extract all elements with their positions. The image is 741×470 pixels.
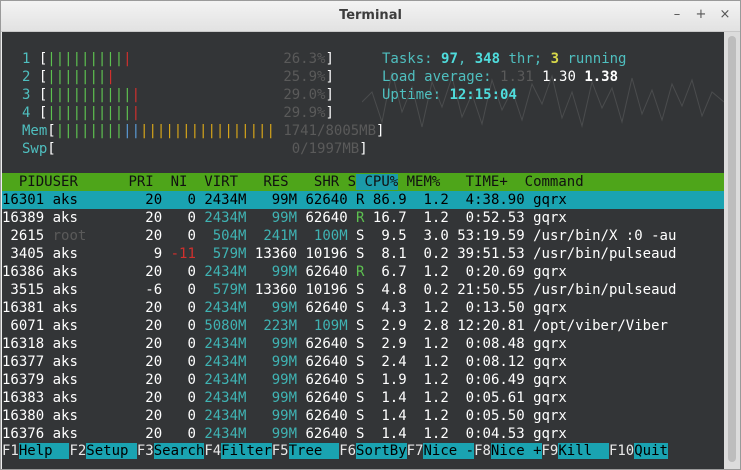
cpu-meter: 3 [||||||||||| 29.0%] [22,87,334,103]
column-header-mem[interactable]: MEM% [398,174,441,190]
function-label: Tree [288,443,340,459]
column-header-s[interactable]: S [339,174,356,190]
column-header-pri[interactable]: PRI [120,174,153,190]
column-header-cpu[interactable]: CPU% [356,174,399,190]
cpu-bar-kernel: | [131,87,141,103]
cpu-percent: 25.9% [283,69,326,85]
table-row[interactable]: 16318 aks 20 0 2434M 99M 62640 S 2.9 1.2… [2,335,724,353]
function-label: Setup [86,443,137,459]
column-header-pid[interactable]: PID [2,174,44,190]
cpu-percent: 29.0% [283,87,326,103]
cpu-percent: 29.9% [283,105,326,121]
column-header-user[interactable]: USER [44,174,120,190]
footer-search-button[interactable]: F3Search [136,443,205,459]
close-icon[interactable]: × [717,7,733,23]
function-key: F8 [474,443,491,459]
function-key: F10 [608,443,635,459]
mem-meter: Mem[|||||||||||||||||||||||||| 1741/8005… [22,123,385,139]
function-key: F6 [339,443,357,459]
function-key: F9 [541,443,559,459]
function-label: SortBy [356,443,407,459]
footer-sortby-button[interactable]: F6SortBy [339,443,407,459]
column-header-shr[interactable]: SHR [289,174,339,190]
cpu-bar-user: |||||||||| [47,87,132,103]
table-row[interactable]: 16379 aks 20 0 2434M 99M 62640 S 1.9 1.2… [2,371,724,389]
table-row[interactable]: 6071 aks 20 0 5080M 223M 109M S 2.9 2.8 … [2,317,724,335]
footer-help-button[interactable]: F1Help [2,443,70,459]
table-row[interactable]: 2615 root 20 0 504M 241M 100M S 9.5 3.0 … [2,227,724,245]
table-row[interactable]: 16381 aks 20 0 2434M 99M 62640 S 4.3 1.2… [2,299,724,317]
process-table-header[interactable]: PIDUSER PRI NI VIRT RES SHR S CPU% MEM% … [2,173,724,191]
column-header-command[interactable]: Command [516,174,584,190]
function-key: F4 [204,443,222,459]
cpu-meter: 1 [|||||||||| 26.3%] [22,51,334,67]
footer-setup-button[interactable]: F2Setup [69,443,137,459]
function-label: Quit [634,443,668,459]
footer-nice-button[interactable]: F7Nice - [406,443,475,459]
cpu-bar-user: ||||||| [47,69,107,85]
table-row[interactable]: 3515 aks -6 0 579M 13360 10196 S 4.8 0.2… [2,281,724,299]
cpu-bar-kernel: | [123,51,132,67]
cpu-bar-kernel: | [106,69,115,85]
tasks-summary: Tasks: 97, 348 thr; 3 running [382,51,627,67]
function-key: F1 [2,443,19,459]
function-label: Kill [558,443,609,459]
function-key-bar[interactable]: F1Help F2Setup F3SearchF4FilterF5Tree F6… [2,442,724,460]
table-row[interactable]: 16301 aks 20 0 2434M 99M 62640 R 86.9 1.… [2,191,724,209]
minimize-icon[interactable]: – [669,7,685,23]
column-header-res[interactable]: RES [238,174,288,190]
uptime: Uptime: 12:15:04 [382,87,517,103]
title-bar[interactable]: Terminal – + × [1,1,740,32]
function-label: Help [18,443,70,459]
function-key: F7 [406,443,424,459]
column-header-ni[interactable]: NI [154,174,188,190]
scrollbar[interactable] [724,32,740,469]
maximize-icon[interactable]: + [693,7,709,23]
column-header-time[interactable]: TIME+ [440,174,516,190]
load-average: Load average: 1.31 1.30 1.38 [382,69,619,85]
footer-tree-button[interactable]: F5Tree [271,443,340,459]
table-row[interactable]: 16377 aks 20 0 2434M 99M 62640 S 2.4 1.2… [2,353,724,371]
function-key: F5 [271,443,289,459]
function-key: F3 [136,443,154,459]
footer-kill-button[interactable]: F9Kill [542,443,609,459]
cpu-number: 1 [22,51,39,67]
cpu-percent: 26.3% [283,51,326,67]
mem-bar: |||||||||||||||||||||||||| [55,123,275,139]
cpu-meter: 4 [||||||||||| 29.9%] [22,105,334,121]
table-row[interactable]: 16380 aks 20 0 2434M 99M 62640 S 1.4 1.2… [2,407,724,425]
function-label: Filter [221,443,272,459]
cpu-bar-user: ||||||||| [47,51,124,67]
cpu-number: 2 [22,69,39,85]
table-row[interactable]: 3405 aks 9 -11 579M 13360 10196 S 8.1 0.… [2,245,724,263]
cpu-bar-kernel: | [131,105,141,121]
function-label: Nice - [423,443,475,459]
terminal-window: Terminal – + × 1 [|||||||||| 26.3%] 2 [||… [0,0,741,470]
cpu-meter: 2 [|||||||| 25.9%] [22,69,334,85]
table-row[interactable]: 16383 aks 20 0 2434M 99M 62640 S 1.4 1.2… [2,389,724,407]
footer-nice-button[interactable]: F8Nice + [474,443,542,459]
table-row[interactable]: 16376 aks 20 0 2434M 99M 62640 S 1.4 1.2… [2,425,724,443]
swap-meter: Swp[ 0/1997MB] [22,141,368,157]
table-row[interactable]: 16386 aks 20 0 2434M 99M 62640 R 6.7 1.2… [2,263,724,281]
cpu-number: 4 [22,105,39,121]
table-row[interactable]: 16389 aks 20 0 2434M 99M 62640 R 16.7 1.… [2,209,724,227]
function-key: F2 [69,443,87,459]
window-title: Terminal [339,8,402,23]
scrollbar-thumb[interactable] [728,36,736,462]
function-label: Nice + [490,443,542,459]
function-label: Search [153,443,205,459]
footer-quit-button[interactable]: F10Quit [609,443,668,459]
footer-filter-button[interactable]: F4Filter [204,443,272,459]
cpu-bar-user: |||||||||| [47,105,132,121]
column-header-virt[interactable]: VIRT [187,174,238,190]
cpu-number: 3 [22,87,39,103]
terminal-area[interactable]: 1 [|||||||||| 26.3%] 2 [|||||||| 25.9%] 3 … [2,32,724,469]
